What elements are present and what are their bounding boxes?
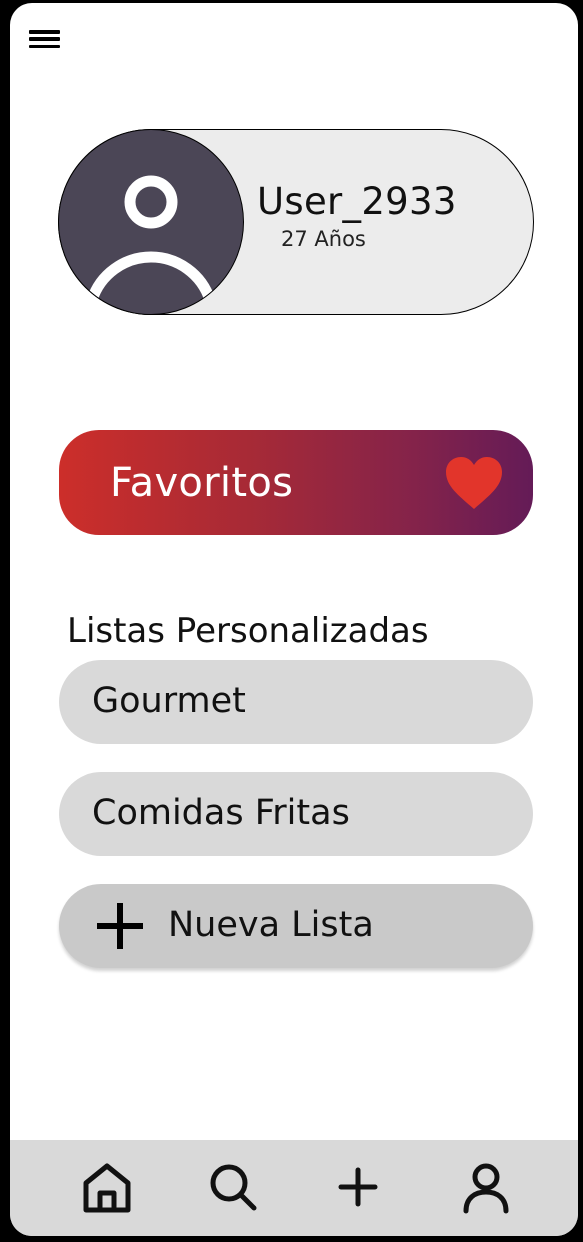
menu-icon-bar — [29, 37, 60, 41]
home-icon[interactable] — [82, 1162, 132, 1214]
avatar — [58, 129, 244, 315]
list-item-label: Comidas Fritas — [92, 793, 350, 833]
profile-icon[interactable] — [461, 1162, 511, 1214]
list-item-label: Gourmet — [92, 681, 246, 721]
heart-icon — [446, 457, 502, 509]
user-avatar-icon — [86, 175, 216, 302]
new-list-label: Nueva Lista — [168, 905, 374, 945]
menu-icon-bar — [29, 30, 60, 34]
user-age: 27 Años — [281, 227, 366, 251]
list-item-comidas-fritas[interactable]: Comidas Fritas — [59, 772, 533, 856]
profile-card[interactable]: User_2933 27 Años — [58, 129, 534, 315]
list-item-gourmet[interactable]: Gourmet — [59, 660, 533, 744]
menu-icon[interactable] — [29, 28, 60, 50]
favorites-label: Favoritos — [110, 460, 294, 506]
bottom-navigation — [10, 1140, 578, 1236]
username: User_2933 — [257, 180, 457, 223]
plus-icon — [97, 903, 143, 949]
search-icon[interactable] — [208, 1162, 258, 1212]
favorites-button[interactable]: Favoritos — [59, 430, 533, 535]
plus-icon[interactable] — [336, 1162, 380, 1212]
custom-lists-title: Listas Personalizadas — [67, 611, 429, 651]
new-list-button[interactable]: Nueva Lista — [59, 884, 533, 968]
menu-icon-bar — [29, 44, 60, 48]
phone-screen: User_2933 27 Años Favoritos Listas Perso… — [10, 3, 578, 1236]
